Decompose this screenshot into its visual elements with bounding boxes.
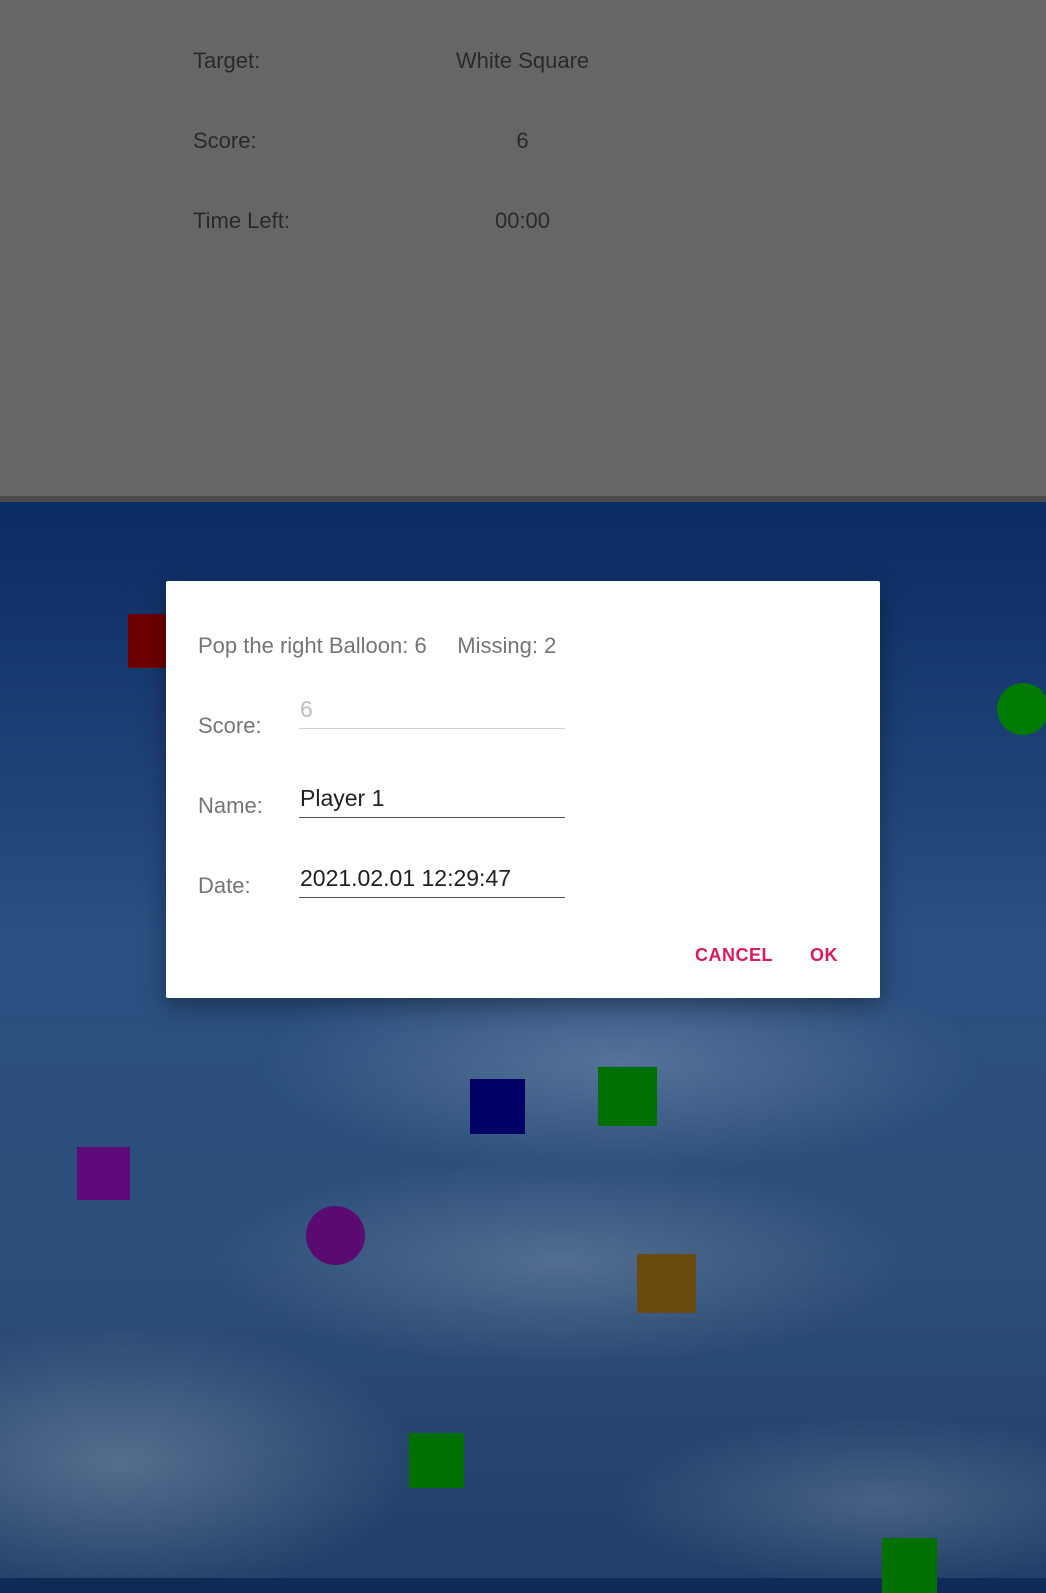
save-score-dialog: Pop the right Balloon: 6 Missing: 2 Scor…	[166, 581, 880, 998]
balloon-green-square[interactable]	[409, 1433, 464, 1488]
score-value: 6	[516, 128, 529, 153]
balloon-purple-circle[interactable]	[306, 1206, 365, 1265]
score-field-label: Score:	[198, 713, 262, 738]
balloon-green-square[interactable]	[598, 1067, 657, 1126]
name-field-label: Name:	[198, 793, 263, 818]
name-field[interactable]	[299, 784, 565, 818]
balloon-navy-square[interactable]	[470, 1079, 525, 1134]
dialog-message: Pop the right Balloon: 6 Missing: 2	[198, 633, 557, 658]
time-left-value: 00:00	[494, 208, 551, 233]
time-row: Time Left: 00:00	[0, 208, 1046, 248]
ok-button[interactable]: OK	[802, 941, 846, 970]
cancel-button[interactable]: CANCEL	[687, 941, 781, 970]
status-panel: Target: White Square Score: 6 Time Left:…	[0, 0, 1046, 496]
date-field[interactable]	[299, 864, 565, 898]
date-field-label: Date:	[198, 873, 251, 898]
balloon-purple-square[interactable]	[77, 1147, 130, 1200]
balloon-brown-square[interactable]	[637, 1254, 696, 1313]
target-row: Target: White Square	[0, 48, 1046, 88]
score-field	[299, 695, 565, 729]
target-label: Target:	[193, 48, 261, 73]
time-left-label: Time Left:	[193, 208, 290, 233]
balloon-green-circle[interactable]	[997, 683, 1046, 735]
score-label: Score:	[193, 128, 257, 153]
target-value: White Square	[455, 48, 590, 73]
score-row: Score: 6	[0, 128, 1046, 168]
balloon-green-square[interactable]	[882, 1538, 937, 1593]
